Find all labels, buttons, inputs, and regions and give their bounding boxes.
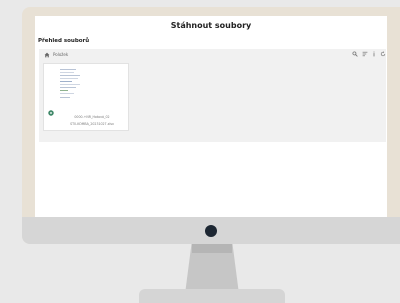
monitor-stand-base <box>139 289 285 303</box>
camera-dot <box>205 225 217 237</box>
home-icon[interactable] <box>44 52 50 58</box>
info-icon[interactable] <box>371 51 377 57</box>
refresh-icon[interactable] <box>380 51 386 57</box>
sort-icon[interactable] <box>362 51 368 57</box>
file-item[interactable]: 0000-+NR_Hotová_02 ST0-KOMBA_20231027.xl… <box>43 63 129 131</box>
screen: Stáhnout soubory Přehled souborů Položek <box>35 16 387 219</box>
monitor-frame: Stáhnout soubory Přehled souborů Položek <box>22 7 400 244</box>
monitor-chin <box>22 217 400 244</box>
page-title: Stáhnout soubory <box>170 21 252 30</box>
spreadsheet-icon <box>48 110 54 116</box>
search-icon[interactable] <box>352 51 358 57</box>
file-browser-panel: Položek 0000-+NR_Hotová_02 ST0-KOMBA_202… <box>39 49 386 142</box>
file-toolbar: Položek <box>39 49 386 61</box>
file-name-line2: ST0-KOMBA_20231027.xlsx <box>70 122 114 126</box>
section-title: Přehled souborů <box>38 38 90 44</box>
file-thumbnail <box>58 66 82 102</box>
monitor-stand-shadow <box>192 244 232 253</box>
file-name-line1: 0000-+NR_Hotová_02 <box>74 115 110 119</box>
breadcrumb[interactable]: Položek <box>53 52 68 57</box>
